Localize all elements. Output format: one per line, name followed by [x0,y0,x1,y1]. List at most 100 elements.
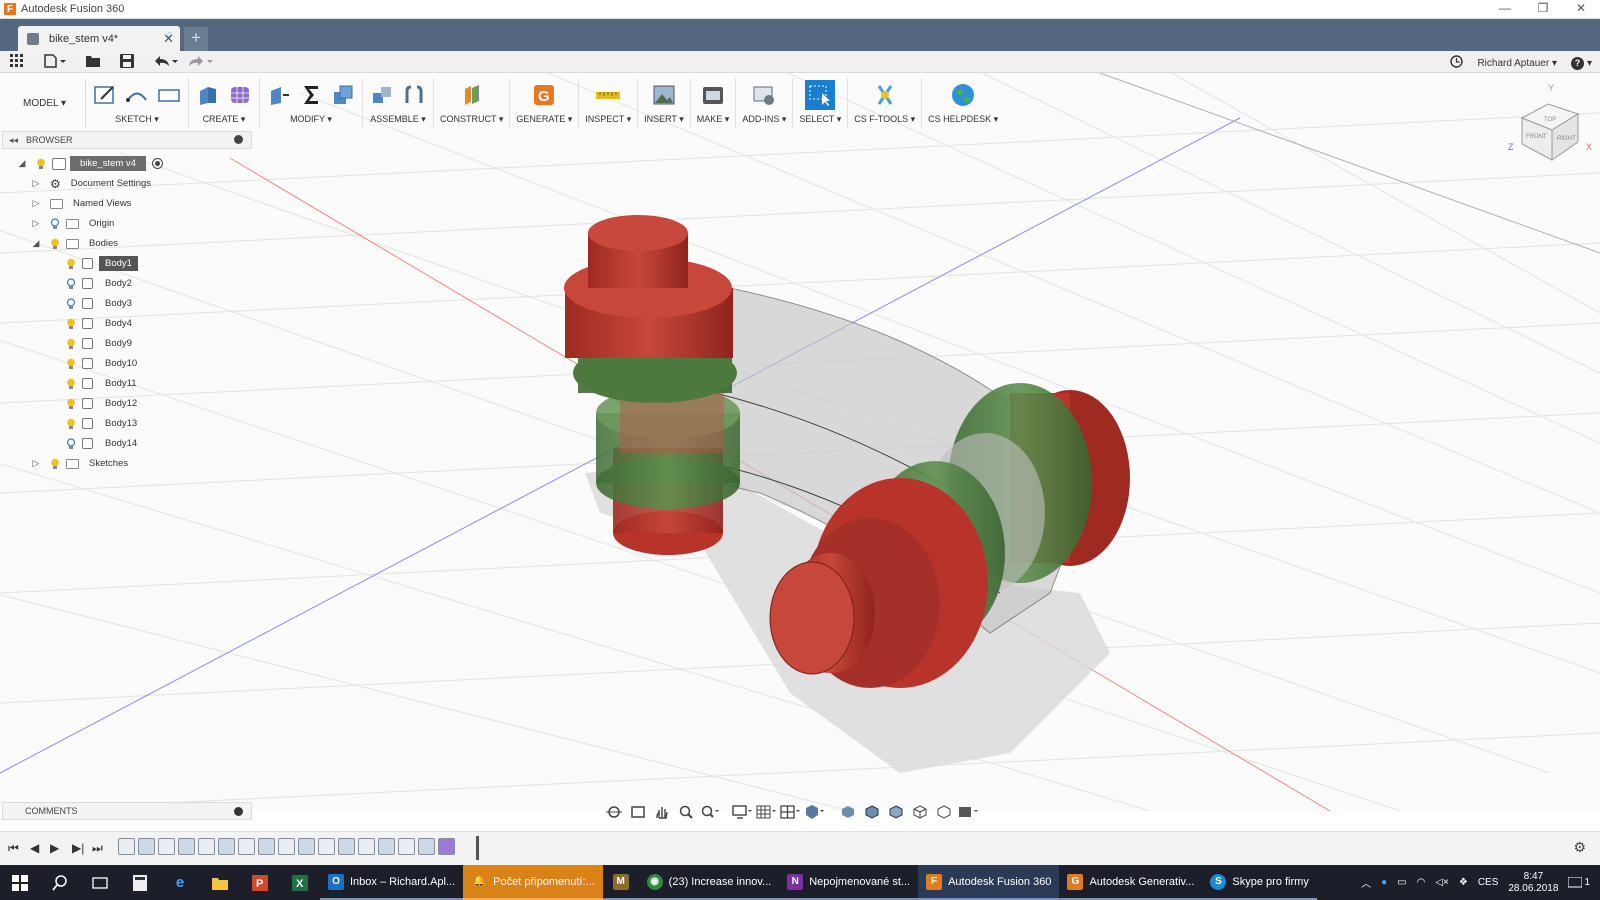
joint-icon[interactable] [401,82,427,108]
file-explorer-icon[interactable] [200,865,240,900]
body-row[interactable]: Body4 [66,315,138,332]
tree-item-label[interactable]: Bodies [83,236,124,251]
body-row[interactable]: Body2 [66,275,138,292]
offset-plane-icon[interactable] [459,82,485,108]
expand-arrow-icon[interactable]: ▷ [30,178,42,190]
body-label[interactable]: Body13 [99,416,143,431]
toolbar-group-label[interactable]: CONSTRUCT ▾ [440,114,503,125]
search-icon[interactable] [40,865,80,900]
visibility-bulb-icon[interactable] [66,318,76,330]
go-to-end-icon[interactable]: ⏭ [92,841,103,856]
display-settings-icon[interactable] [732,803,752,821]
close-tab-button[interactable]: ✕ [163,31,174,47]
wireframe-hidden-icon[interactable] [934,803,954,821]
tree-item-label[interactable]: Origin [83,216,120,231]
extrude-icon[interactable] [195,82,221,108]
document-tab[interactable]: bike_stem v4* ○ ✕ [18,26,180,51]
new-component-icon[interactable] [369,82,395,108]
edge-browser-icon[interactable]: e [160,865,200,900]
timeline-feature[interactable] [358,838,375,855]
timeline-feature[interactable] [318,838,335,855]
body-row[interactable]: Body10 [66,355,143,372]
add-comment-icon[interactable] [234,807,243,816]
visibility-bulb-icon[interactable] [66,398,76,410]
toolbar-group-label[interactable]: CREATE ▾ [203,114,246,125]
root-component-label[interactable]: bike_stem v4 [70,156,146,171]
toolbar-group-label[interactable]: ADD-INS ▾ [742,114,786,125]
body-row[interactable]: Body12 [66,395,143,412]
taskbar-app-matlab[interactable]: M [602,865,639,900]
help-icon[interactable]: ? ▾ [1570,56,1592,70]
effects-icon[interactable] [804,803,824,821]
expand-arrow-icon[interactable]: ▷ [30,198,42,210]
pin-icon[interactable] [234,135,243,144]
body-label[interactable]: Body12 [99,396,143,411]
tree-item-label[interactable]: Document Settings [65,176,157,191]
hidden-bulb-icon[interactable] [50,217,60,230]
body-label[interactable]: Body10 [99,356,143,371]
body-row[interactable]: Body1 [66,255,138,272]
select-tool-icon[interactable] [805,80,836,110]
grid-settings-icon[interactable] [756,803,776,821]
body-label[interactable]: Body1 [99,256,138,271]
body-row[interactable]: Body13 [66,415,143,432]
go-to-start-icon[interactable]: ⏮ [8,841,19,856]
visibility-bulb-icon[interactable] [50,458,60,470]
timeline-feature[interactable] [398,838,415,855]
collapse-panel-icon[interactable]: ◂◂ [9,135,18,146]
tree-item-label[interactable]: Named Views [67,196,137,211]
tree-item-label[interactable]: Sketches [83,456,134,471]
timeline-feature[interactable] [198,838,215,855]
globe-icon[interactable] [950,82,976,108]
measure-icon[interactable] [595,82,621,108]
language-indicator[interactable]: CES [1478,877,1499,888]
fit-icon[interactable] [700,803,720,821]
toolbar-group-label[interactable]: MODIFY ▾ [290,114,332,125]
toolbar-group-label[interactable]: CS F-TOOLS ▾ [854,114,915,125]
taskbar-app-reminders[interactable]: 🔔 Počet připomenutí:... [463,865,603,900]
zoom-icon[interactable] [676,803,696,821]
3d-print-icon[interactable] [700,82,726,108]
toolbar-group-label[interactable]: GENERATE ▾ [516,114,572,125]
windows-start-icon[interactable] [0,865,40,900]
body-row[interactable]: Body3 [66,295,138,312]
step-back-icon[interactable]: ◀ [30,841,39,855]
visibility-bulb-icon[interactable] [66,338,76,350]
taskbar-app-outlook[interactable]: O Inbox – Richard.Apl... [320,865,464,900]
restore-button[interactable]: ❐ [1524,0,1562,19]
timeline-form-feature[interactable] [438,838,455,855]
browser-panel-header[interactable]: ◂◂ BROWSER [2,131,252,149]
orbit-icon[interactable] [604,803,624,821]
view-cube-shaded-edges-icon[interactable] [862,803,882,821]
browser-item-bodies[interactable]: ◢ Bodies [30,235,124,252]
toolbar-group-label[interactable]: MAKE ▾ [697,114,730,125]
timeline-feature[interactable] [258,838,275,855]
browser-item-document-settings[interactable]: ▷ ⚙ Document Settings [30,175,157,192]
browser-root-row[interactable]: ◢ bike_stem v4 [16,155,163,172]
clock[interactable]: 8:47 28.06.2018 [1508,871,1558,895]
skype-tray-icon[interactable]: ● [1381,877,1387,888]
canvas-viewport[interactable]: Y Z X TOP FRONT RIGHT [0,73,1600,811]
line-tool-icon[interactable] [124,82,150,108]
toolbar-group-label[interactable]: SKETCH ▾ [115,114,159,125]
visibility-bulb-icon[interactable] [36,158,46,170]
minimize-button[interactable]: — [1486,0,1524,19]
attached-canvas-icon[interactable] [651,82,677,108]
viewports-icon[interactable] [780,803,800,821]
new-tab-button[interactable]: + [184,27,208,51]
step-forward-icon[interactable]: ▶| [72,841,84,855]
comments-panel[interactable]: COMMENTS [2,802,252,820]
expand-arrow-icon[interactable]: ◢ [30,238,42,250]
expand-arrow-icon[interactable]: ▷ [30,218,42,230]
body-row[interactable]: Body11 [66,375,143,392]
open-data-panel-icon[interactable] [86,54,100,70]
body-label[interactable]: Body14 [99,436,143,451]
excel-icon[interactable]: X [280,865,320,900]
rectangle-tool-icon[interactable] [156,82,182,108]
wifi-icon[interactable]: ◠ [1417,877,1426,888]
look-at-icon[interactable] [628,803,648,821]
camera-settings-icon[interactable] [958,803,978,821]
taskbar-app-fusion[interactable]: F Autodesk Fusion 360 [918,865,1060,900]
timeline-feature[interactable] [158,838,175,855]
browser-item-sketches[interactable]: ▷ Sketches [30,455,134,472]
